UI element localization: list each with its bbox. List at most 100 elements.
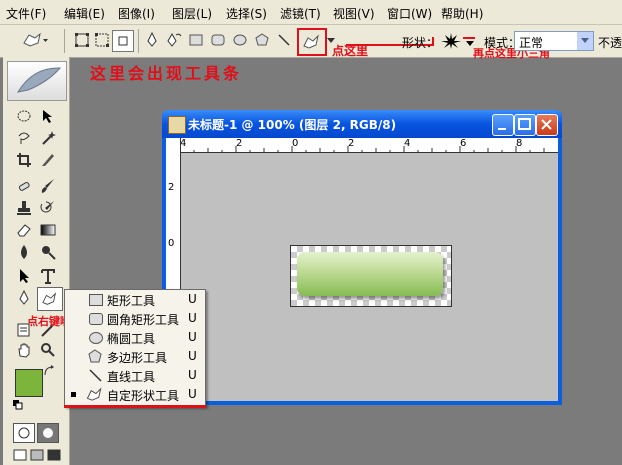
foreground-color-swatch[interactable] <box>15 369 43 397</box>
screen-mode-full-icon[interactable] <box>47 449 61 461</box>
brush-tool[interactable] <box>37 175 59 197</box>
move-tool[interactable] <box>37 105 59 127</box>
custom-shape-icon <box>86 387 102 401</box>
lasso-tool[interactable] <box>13 127 35 149</box>
ruler-left-label: 0 <box>168 238 175 249</box>
flyout-item-polygon[interactable]: 多边形工具 U <box>65 347 205 366</box>
shape-tools-flyout: 矩形工具 U 圆角矩形工具 U 椭圆工具 U 多边形工具 U 直线工具 U 自定… <box>64 289 206 407</box>
flyout-item-label: 直线工具 <box>107 370 156 384</box>
document-icon <box>168 116 186 134</box>
document-title: 未标题-1 @ 100% (图层 2, RGB/8) <box>188 118 397 132</box>
fill-pixels-icon[interactable] <box>112 30 134 52</box>
flyout-item-label: 椭圆工具 <box>107 332 156 346</box>
flyout-item-line[interactable]: 直线工具 U <box>65 366 205 385</box>
options-bar: 点这里 形状： 再点这里小三角 模式： 正常 不透 <box>0 25 622 60</box>
rect-icon <box>89 294 103 306</box>
swap-colors-icon[interactable] <box>43 365 55 377</box>
notes-tool[interactable] <box>13 319 35 341</box>
rect-shape-icon[interactable] <box>186 30 206 50</box>
mode-dropdown-icon[interactable] <box>577 32 593 50</box>
menu-help[interactable]: 帮助(H) <box>441 5 483 22</box>
eraser-tool[interactable] <box>13 219 35 241</box>
opacity-label: 不透 <box>598 36 622 50</box>
document-window: 未标题-1 @ 100% (图层 2, RGB/8) 4 2 0 2 4 6 8… <box>162 110 562 405</box>
menu-view[interactable]: 视图(V) <box>333 5 375 22</box>
line-shape-icon[interactable] <box>274 30 294 50</box>
slice-tool[interactable] <box>37 149 59 171</box>
screen-mode-menu-icon[interactable] <box>30 449 44 461</box>
paths-icon[interactable] <box>92 30 112 50</box>
custom-shape-tool[interactable] <box>37 287 63 311</box>
flyout-item-key: U <box>188 349 197 363</box>
path-selection-tool[interactable] <box>13 265 35 287</box>
flyout-item-label: 多边形工具 <box>107 351 168 365</box>
flyout-item-label: 圆角矩形工具 <box>107 313 180 327</box>
shape-preview-icon[interactable] <box>438 31 464 51</box>
menu-window[interactable]: 窗口(W) <box>387 5 432 22</box>
annotation-arrow <box>463 37 475 39</box>
eyedropper-tool[interactable] <box>37 319 59 341</box>
layer-transparent-area <box>290 245 452 307</box>
annotation-toolbar-hint: 这里会出现工具条 <box>90 64 243 83</box>
flyout-item-key: U <box>188 292 197 306</box>
rounded-rect-shape-icon[interactable] <box>208 30 228 50</box>
document-canvas-area[interactable]: 4 2 0 2 4 6 8 2 0 <box>166 138 558 401</box>
menu-select[interactable]: 选择(S) <box>226 5 267 22</box>
default-colors-icon[interactable] <box>13 399 23 410</box>
tool-preset-picker[interactable] <box>20 30 50 50</box>
line-icon <box>89 369 102 382</box>
healing-brush-tool[interactable] <box>13 175 35 197</box>
flyout-item-key: U <box>188 387 197 401</box>
marquee-tool[interactable] <box>13 105 35 127</box>
document-title-bar[interactable]: 未标题-1 @ 100% (图层 2, RGB/8) <box>162 110 562 138</box>
menu-image[interactable]: 图像(I) <box>118 5 155 22</box>
flyout-item-label: 矩形工具 <box>107 294 156 308</box>
hand-tool[interactable] <box>13 339 35 361</box>
menu-file[interactable]: 文件(F) <box>6 5 46 22</box>
menu-filter[interactable]: 滤镜(T) <box>280 5 321 22</box>
shape-layers-icon[interactable] <box>72 30 92 50</box>
quick-mask-button[interactable] <box>37 423 59 443</box>
selected-bullet-icon <box>71 392 76 397</box>
polygon-icon <box>88 349 102 363</box>
crop-tool[interactable] <box>13 149 35 171</box>
mode-value: 正常 <box>519 36 544 50</box>
polygon-shape-icon[interactable] <box>252 30 272 50</box>
mode-select[interactable]: 正常 <box>514 31 594 51</box>
minimize-button[interactable] <box>492 114 514 136</box>
flyout-item-key: U <box>188 330 197 344</box>
flyout-item-label: 自定形状工具 <box>107 389 180 403</box>
clone-stamp-tool[interactable] <box>13 197 35 219</box>
maximize-button[interactable] <box>514 114 536 136</box>
flyout-item-custom-shape[interactable]: 自定形状工具 U <box>65 385 205 404</box>
shape-label: 形状： <box>402 36 439 50</box>
pen-tool[interactable] <box>13 287 35 309</box>
ruler-left-label: 2 <box>168 182 175 193</box>
close-button[interactable] <box>536 114 558 136</box>
flyout-item-rounded-rect[interactable]: 圆角矩形工具 U <box>65 309 205 328</box>
pen-icon[interactable] <box>142 30 162 50</box>
standard-mode-button[interactable] <box>13 423 35 443</box>
menu-layer[interactable]: 图层(L) <box>172 5 212 22</box>
ruler-top: 4 2 0 2 4 6 8 <box>180 138 558 153</box>
flyout-item-key: U <box>188 368 197 382</box>
menu-edit[interactable]: 编辑(E) <box>64 5 105 22</box>
freeform-pen-icon[interactable] <box>164 30 184 50</box>
magic-wand-tool[interactable] <box>37 127 59 149</box>
toolbox: 点右键哟 <box>3 57 71 465</box>
dodge-tool[interactable] <box>37 241 59 263</box>
rounded-rect-shape[interactable] <box>297 252 443 296</box>
gradient-tool[interactable] <box>37 219 59 241</box>
annotation-underline <box>64 405 206 408</box>
type-tool[interactable] <box>37 265 59 287</box>
ellipse-icon <box>89 332 103 344</box>
flyout-item-ellipse[interactable]: 椭圆工具 U <box>65 328 205 347</box>
flyout-item-rect[interactable]: 矩形工具 U <box>65 290 205 309</box>
zoom-tool[interactable] <box>37 339 59 361</box>
screen-mode-standard-icon[interactable] <box>13 449 27 461</box>
history-brush-tool[interactable] <box>37 197 59 219</box>
ellipse-shape-icon[interactable] <box>230 30 250 50</box>
blur-tool[interactable] <box>13 241 35 263</box>
flyout-item-key: U <box>188 311 197 325</box>
custom-shape-tool-button[interactable] <box>297 28 327 56</box>
